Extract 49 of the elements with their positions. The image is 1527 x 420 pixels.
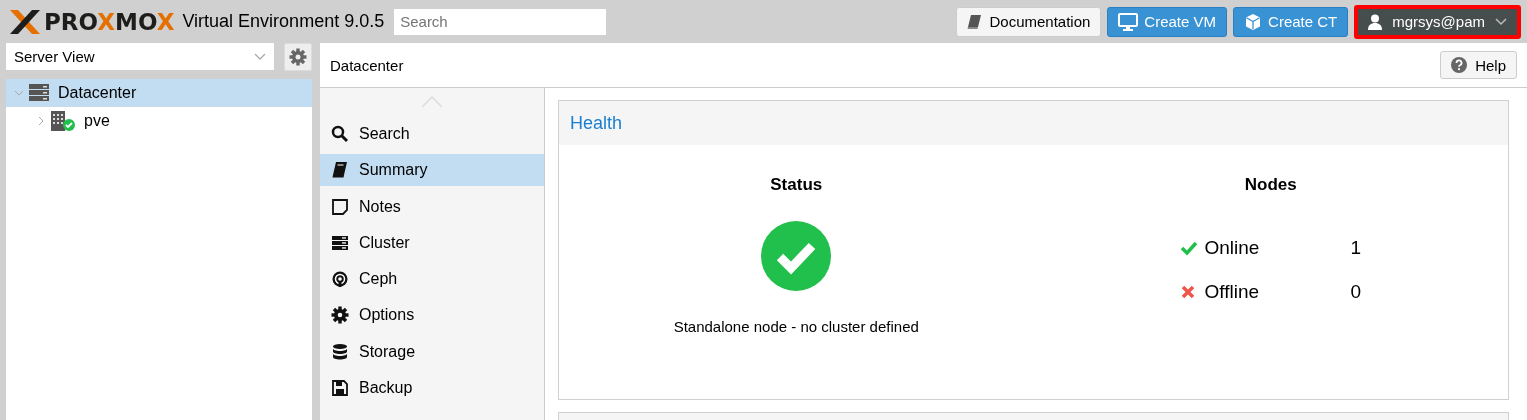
status-heading: Status — [770, 175, 823, 195]
user-icon — [1368, 13, 1383, 30]
nav-item[interactable]: Backup — [320, 372, 544, 405]
database-icon — [331, 342, 349, 361]
settings-button[interactable] — [284, 43, 312, 71]
chevron-right-icon[interactable] — [36, 115, 46, 127]
caret-icon — [254, 52, 266, 61]
server-rack-icon — [28, 84, 50, 102]
building-check-icon — [50, 110, 76, 132]
view-select[interactable]: Server View — [6, 43, 274, 70]
settings-icon — [331, 306, 349, 325]
nodes-heading: Nodes — [1244, 175, 1297, 195]
nav-item[interactable]: Storage — [320, 335, 544, 368]
book-icon — [331, 161, 349, 180]
panel-title: Datacenter — [330, 56, 404, 74]
product-title: Virtual Environment 9.0.5 — [182, 11, 385, 32]
help-button[interactable]: Help — [1440, 51, 1517, 79]
nav-item[interactable]: Summary — [320, 154, 544, 187]
node-count: 1 — [1350, 237, 1362, 259]
node-count: 0 — [1350, 281, 1362, 303]
nav-item[interactable]: Cluster — [320, 226, 544, 259]
user-menu-button[interactable]: mgrsys@pam — [1354, 4, 1521, 39]
book-icon — [967, 13, 984, 30]
nav-item[interactable]: Notes — [320, 190, 544, 223]
logo-x-icon — [8, 7, 42, 36]
tree-item[interactable]: Datacenter — [6, 79, 312, 107]
nav-item[interactable]: Ceph — [320, 263, 544, 296]
scroll-up-icon[interactable] — [421, 96, 443, 108]
server-stack-icon — [331, 233, 349, 252]
search-icon — [331, 125, 349, 143]
cube-icon — [1244, 12, 1263, 31]
settings-icon — [289, 48, 307, 66]
help-icon — [1451, 57, 1468, 73]
documentation-button[interactable]: Documentation — [956, 6, 1102, 37]
node-state-label: Online — [1204, 237, 1261, 259]
monitor-icon — [1118, 12, 1139, 31]
tree-item[interactable]: pve — [6, 107, 312, 135]
logo-text: PROXMOX — [44, 8, 175, 35]
check-icon — [1180, 240, 1199, 256]
status-text: Standalone node - no cluster defined — [673, 318, 919, 335]
search-field[interactable]: Search — [394, 8, 607, 35]
ceph-icon — [331, 270, 349, 289]
nav-item[interactable]: Search — [320, 118, 544, 150]
note-icon — [331, 197, 349, 216]
caret-icon — [1495, 17, 1507, 26]
nav-item[interactable]: Options — [320, 299, 544, 332]
cross-icon — [1180, 284, 1197, 300]
panel-heading: Health — [570, 112, 623, 134]
node-state-label: Offline — [1204, 281, 1261, 303]
